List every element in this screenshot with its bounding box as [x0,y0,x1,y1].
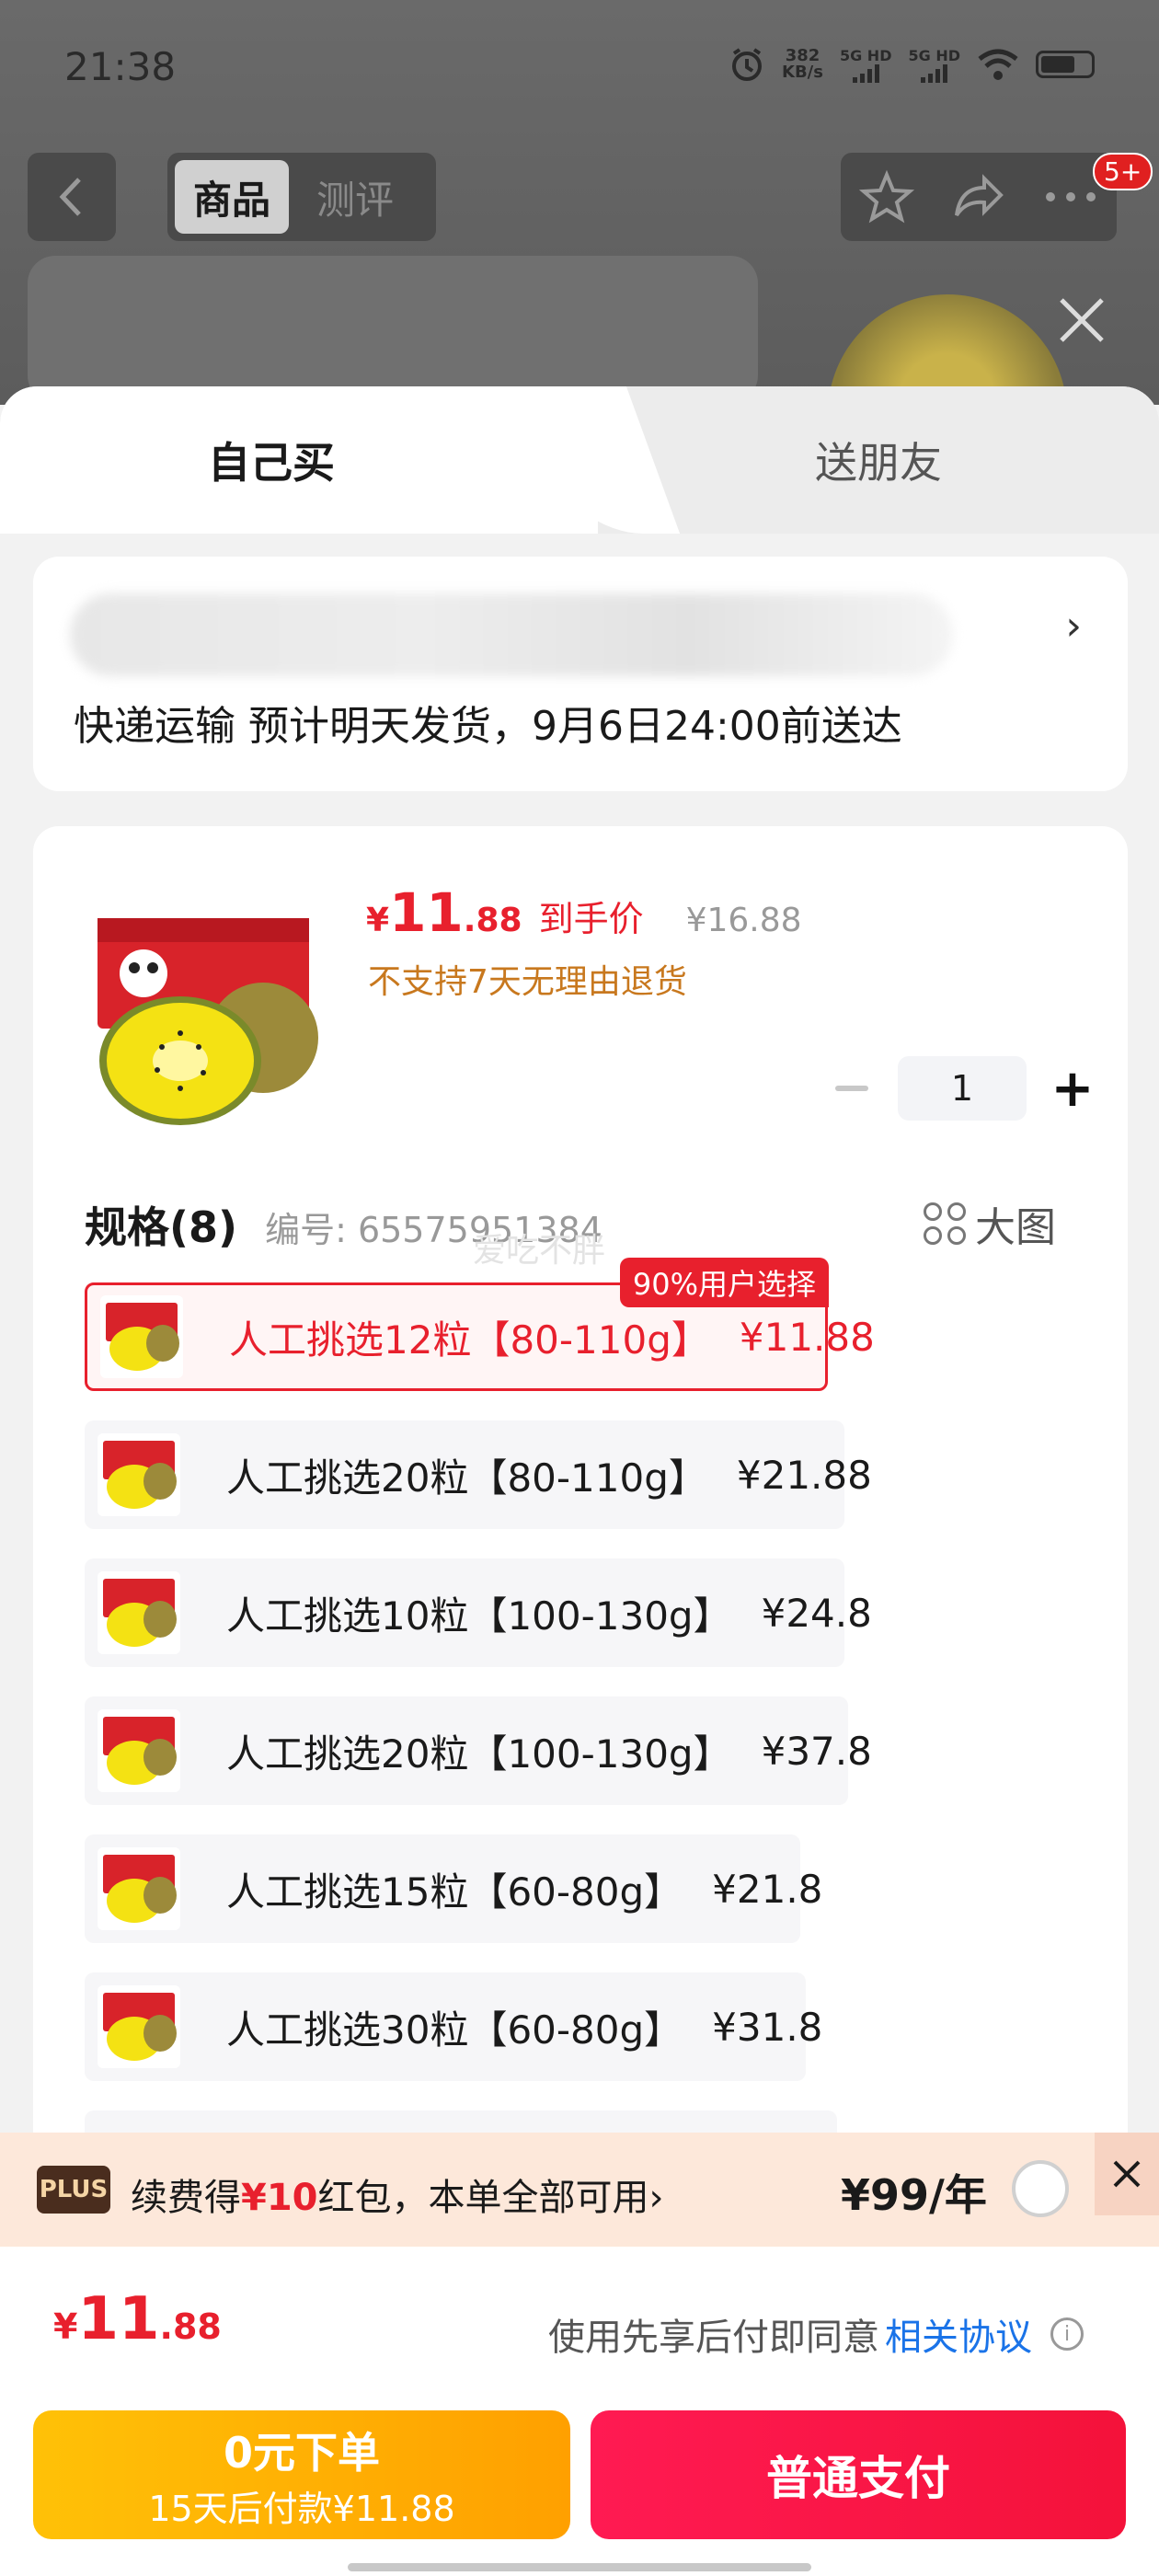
quantity-minus-button[interactable] [815,1056,889,1121]
sim2-signal-icon: 5G HD [908,47,960,83]
spec-option-selected[interactable]: 90%用户选择 人工挑选12粒【80-110g】 ¥11.88 [85,1258,875,1391]
pay-later-title: 0元下单 [223,2427,380,2478]
spec-title: 规格(8) [85,1202,238,1252]
spec-label: 人工挑选12粒【80-110g】 [229,1317,710,1363]
wifi-icon [978,49,1018,80]
close-sheet-icon[interactable] [1054,293,1109,348]
address-card[interactable]: › 快递运输 预计明天发货，9月6日24:00前送达 [33,557,1128,791]
spec-thumbnail [98,1571,180,1654]
spec-thumbnail [98,1709,180,1792]
notification-badge: 5+ [1093,153,1153,190]
spec-option[interactable]: 人工挑选20粒【100-130g】 ¥37.8 [85,1696,872,1805]
big-image-label: 大图 [975,1204,1056,1251]
popular-choice-badge: 90%用户选择 [619,1258,829,1307]
back-button[interactable] [28,153,116,241]
tab-buy-for-self[interactable]: 自己买 [0,386,598,534]
spec-option[interactable]: 人工挑选15粒【60-80g】 ¥21.8 [85,1834,822,1943]
spec-label: 人工挑选10粒【100-130g】 [226,1593,732,1639]
spec-thumbnail [98,1985,180,2068]
price-row: ¥11.88 到手价 ¥16.88 [366,881,802,944]
status-bar: 21:38 382 KB/s 5G HD 5G HD [0,0,1159,138]
address-redacted [70,593,953,676]
spec-label: 人工挑选20粒【100-130g】 [226,1731,732,1777]
product-nav-tabs: 商品 测评 [167,153,436,241]
tab-review[interactable]: 测评 [298,160,412,234]
spec-label: 人工挑选30粒【60-80g】 [226,2007,683,2053]
background-card [28,256,758,403]
net-speed: 382 KB/s [782,46,823,82]
plus-promo-text: 续费得¥10红包，本单全部可用› [131,2177,664,2219]
spec-thumbnail [98,1433,180,1516]
home-indicator[interactable] [348,2563,811,2571]
plus-price: ¥99/年 [841,2170,987,2220]
more-icon[interactable] [1043,188,1098,206]
plus-radio[interactable] [1012,2160,1069,2217]
final-price-label: 到手价 [538,899,644,939]
minus-icon [835,1086,868,1091]
quantity-plus-button[interactable]: + [1036,1056,1109,1121]
star-icon[interactable] [859,169,914,224]
chevron-right-icon: › [1065,603,1082,650]
tab-product[interactable]: 商品 [175,160,290,234]
spec-price: ¥24.8 [761,1590,872,1636]
background-product-page: 21:38 382 KB/s 5G HD 5G HD 商品 测评 5+ [0,0,1159,414]
chevron-left-icon [59,178,81,216]
battery-icon [1036,51,1095,78]
spec-price: ¥31.8 [712,2004,823,2050]
watermark: 爱吃不胖 [473,1232,606,1270]
info-icon[interactable]: i [1050,2317,1084,2351]
tab-gift-to-friend[interactable]: 送朋友 [598,386,1159,534]
plus-logo: PLUS [37,2166,110,2214]
spec-thumbnail [100,1295,183,1378]
status-icons: 382 KB/s 5G HD 5G HD [729,46,1095,83]
nav-actions [841,153,1117,241]
spec-option[interactable]: 人工挑选30粒【60-80g】 ¥31.8 [85,1972,822,2081]
close-promo-button[interactable] [1095,2133,1159,2215]
original-price: ¥16.88 [685,902,802,939]
spec-label: 人工挑选20粒【80-110g】 [226,1455,707,1501]
sim1-signal-icon: 5G HD [840,47,891,83]
grid-view-icon [924,1202,966,1245]
plus-promo-bar[interactable]: PLUS 续费得¥10红包，本单全部可用› ¥99/年 [0,2133,1159,2247]
spec-option[interactable]: 人工挑选10粒【100-130g】 ¥24.8 [85,1558,872,1667]
quantity-stepper: 1 + [815,1056,1109,1121]
spec-price: ¥37.8 [761,1728,872,1774]
quantity-value[interactable]: 1 [898,1056,1027,1121]
agreement-text: 使用先享后付即同意 相关协议 i [548,2307,1084,2361]
purchase-mode-tabs: 自己买 送朋友 [0,386,1159,534]
final-price: ¥11.88 [366,881,522,944]
close-icon [1113,2160,1141,2188]
share-icon[interactable] [951,169,1006,224]
spec-thumbnail [98,1847,180,1930]
payment-bar: ¥11.88 使用先享后付即同意 相关协议 i 0元下单 15天后付款¥11.88… [0,2247,1159,2576]
alarm-icon [732,48,762,81]
pay-later-button[interactable]: 0元下单 15天后付款¥11.88 [33,2410,570,2539]
agreement-link[interactable]: 相关协议 [885,2307,1032,2361]
spec-label: 人工挑选15粒【60-80g】 [226,1869,683,1915]
pay-later-subtitle: 15天后付款¥11.88 [148,2488,455,2529]
spec-price: ¥21.88 [736,1452,872,1498]
spec-price: ¥11.88 [739,1314,875,1360]
return-policy: 不支持7天无理由退货 [368,963,687,1001]
status-time: 21:38 [64,44,177,89]
spec-option[interactable]: 人工挑选20粒【80-110g】 ¥21.88 [85,1420,872,1529]
total-price: ¥11.88 [53,2285,222,2353]
normal-pay-button[interactable]: 普通支付 [591,2410,1126,2539]
product-image [98,918,318,1125]
spec-price: ¥21.8 [712,1866,823,1912]
delivery-estimate: 快递运输 预计明天发货，9月6日24:00前送达 [74,703,902,750]
chevron-right-icon: › [648,2177,664,2219]
big-image-toggle[interactable]: 大图 [924,1194,1056,1253]
